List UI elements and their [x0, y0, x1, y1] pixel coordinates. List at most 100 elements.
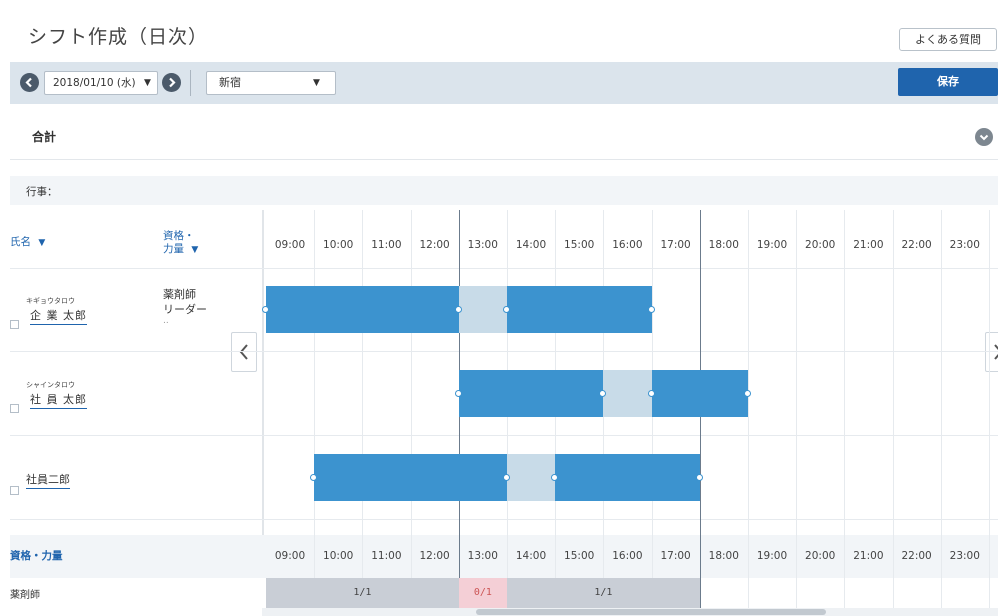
toolbar-divider	[190, 70, 191, 96]
shift-resize-handle[interactable]	[647, 306, 655, 313]
location-select-value: 新宿	[219, 76, 241, 89]
employee-kana: キギョウタロウ	[26, 297, 75, 305]
section-divider	[10, 159, 998, 160]
column-divider	[262, 210, 264, 535]
name-column-header[interactable]: 氏名 ▼	[10, 234, 45, 249]
summary-hour-header: 19:00	[756, 550, 788, 562]
hour-header: 17:00	[660, 239, 691, 251]
hour-header: 12:00	[419, 239, 450, 251]
sort-down-icon: ▼	[38, 238, 46, 248]
name-column-label: 氏名	[10, 236, 31, 248]
employee-name-link[interactable]: 企 業 太郎	[30, 307, 87, 325]
save-button[interactable]: 保存	[898, 68, 998, 96]
chevron-down-icon	[979, 134, 989, 141]
hour-header: 20:00	[805, 239, 836, 251]
coverage-cell: 0/1	[458, 578, 507, 608]
summary-hour-header: 11:00	[371, 550, 402, 562]
summary-label: 資格・力量	[10, 550, 63, 562]
employee-checkbox[interactable]	[10, 486, 19, 495]
caret-down-icon: ▼	[313, 78, 320, 88]
shift-resize-handle[interactable]	[454, 306, 462, 313]
row-separator	[10, 519, 998, 520]
shift-resize-handle[interactable]	[454, 390, 462, 397]
scrollbar-thumb[interactable]	[476, 609, 826, 615]
qualification-line: 薬剤師	[163, 288, 196, 301]
qualification-header-line2: 力量	[163, 243, 184, 255]
next-day-button[interactable]	[162, 73, 181, 92]
scroll-left-button[interactable]	[231, 332, 257, 372]
grid-left-header: 氏名 ▼ 資格・ 力量 ▼	[0, 210, 260, 268]
totals-expand-button[interactable]	[975, 128, 993, 146]
hour-header: 21:00	[853, 239, 884, 251]
employee-checkbox[interactable]	[10, 404, 19, 413]
hour-header: 14:00	[515, 239, 547, 251]
coverage-cell: 1/1	[266, 578, 459, 608]
chevron-right-icon	[169, 77, 176, 88]
hour-header: 13:00	[467, 239, 498, 251]
employee-name-link[interactable]: 社 員 太郎	[30, 391, 87, 409]
summary-hour-header: 18:00	[708, 550, 739, 562]
hour-gridline	[989, 210, 990, 535]
hour-header: 10:00	[323, 239, 354, 251]
summary-hour-header: 16:00	[612, 550, 643, 562]
hour-header: 16:00	[612, 239, 643, 251]
summary-hour-header: 20:00	[805, 550, 836, 562]
horizontal-scrollbar[interactable]	[262, 608, 998, 616]
page-title: シフト作成（日次）	[28, 26, 209, 48]
row-separator	[10, 268, 998, 269]
summary-hour-header: 15:00	[564, 550, 595, 562]
shift-resize-handle[interactable]	[647, 390, 655, 397]
shift-resize-handle[interactable]	[744, 390, 751, 397]
qualification-line: リーダー	[163, 303, 207, 316]
coverage-cell: 1/1	[507, 578, 700, 608]
hour-header: 15:00	[564, 239, 595, 251]
events-label: 行事：	[26, 186, 58, 198]
location-select[interactable]: 新宿 ▼	[206, 71, 336, 95]
chevron-left-icon	[25, 77, 32, 88]
summary-hour-header: 13:00	[467, 550, 498, 562]
totals-label: 合計	[32, 130, 57, 144]
summary-hour-header: 10:00	[323, 550, 354, 562]
summary-hour-header: 12:00	[419, 550, 450, 562]
hour-header: 19:00	[756, 239, 788, 251]
hour-header: 23:00	[949, 239, 980, 251]
chevron-left-icon	[239, 344, 248, 360]
qualification-header-line1: 資格・	[163, 230, 195, 242]
sort-down-icon: ▼	[191, 245, 199, 255]
toolbar: 2018/01/10 (水) ▼ 新宿 ▼ 保存	[10, 62, 998, 104]
shift-resize-handle[interactable]	[503, 474, 510, 481]
break-segment[interactable]	[603, 370, 652, 417]
break-segment[interactable]	[458, 286, 507, 333]
events-row: 行事：	[10, 176, 998, 205]
date-select[interactable]: 2018/01/10 (水) ▼	[44, 71, 158, 95]
employee-name-link[interactable]: 社員二郎	[26, 471, 70, 489]
shift-grid: 氏名 ▼ 資格・ 力量 ▼ キギョウタロウ 企 業 太郎 薬剤師 リーダー ..…	[0, 210, 998, 616]
chevron-right-icon	[994, 344, 998, 360]
qualification-more: ..	[163, 316, 169, 326]
summary-gridline	[989, 535, 990, 608]
summary-hour-header: 22:00	[901, 550, 932, 562]
break-segment[interactable]	[507, 454, 556, 501]
shift-resize-handle[interactable]	[695, 474, 703, 481]
hour-header: 22:00	[901, 239, 932, 251]
summary-hour-header: 09:00	[274, 550, 306, 562]
prev-day-button[interactable]	[20, 73, 39, 92]
hour-header: 09:00	[274, 239, 306, 251]
summary-hour-header: 14:00	[515, 550, 547, 562]
summary-hour-header: 23:00	[949, 550, 980, 562]
employee-checkbox[interactable]	[10, 320, 19, 329]
summary-row-label: 薬剤師	[10, 590, 40, 601]
shift-resize-handle[interactable]	[262, 306, 269, 313]
shift-resize-handle[interactable]	[503, 306, 510, 313]
hour-header: 11:00	[371, 239, 402, 251]
employee-qualification: 薬剤師 リーダー ..	[163, 287, 207, 326]
summary-hour-header: 21:00	[853, 550, 884, 562]
summary-hour-header: 17:00	[660, 550, 691, 562]
faq-button[interactable]: よくある質問	[899, 28, 997, 51]
scroll-right-button[interactable]	[985, 332, 998, 372]
caret-down-icon: ▼	[144, 78, 151, 88]
qualification-column-header[interactable]: 資格・ 力量 ▼	[163, 230, 198, 257]
employee-kana: シャインタロウ	[26, 381, 75, 389]
row-separator	[10, 351, 998, 352]
date-select-value: 2018/01/10 (水)	[53, 77, 136, 89]
